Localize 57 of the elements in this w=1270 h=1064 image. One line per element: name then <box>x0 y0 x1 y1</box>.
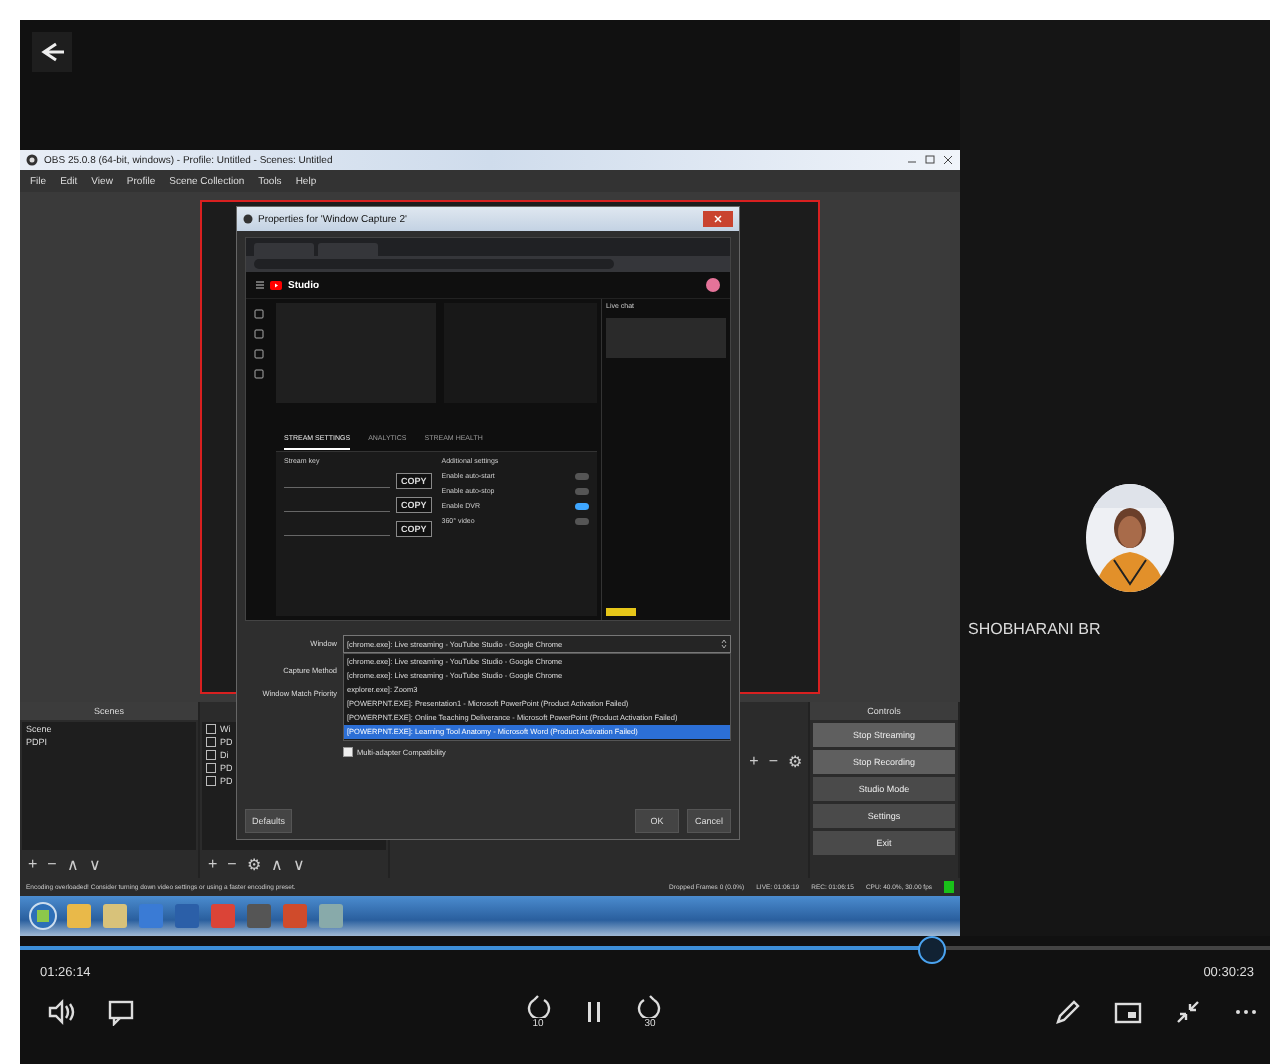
close-button[interactable] <box>703 211 733 227</box>
mini-player-icon <box>1114 999 1142 1025</box>
toggle-switch[interactable] <box>575 473 589 480</box>
visibility-checkbox[interactable] <box>206 737 216 747</box>
status-indicator <box>944 881 954 893</box>
collapse-button[interactable] <box>1174 998 1202 1026</box>
chat-chip <box>606 608 636 616</box>
visibility-checkbox[interactable] <box>206 750 216 760</box>
toolbar-button[interactable]: ⚙ <box>246 855 261 875</box>
toggle-switch[interactable] <box>575 488 589 495</box>
toolbar-button[interactable]: ∨ <box>292 855 305 875</box>
more-icon <box>1234 1006 1258 1018</box>
skip-forward-icon <box>636 994 664 1018</box>
chat-message <box>606 318 726 358</box>
checkbox[interactable] <box>343 747 353 757</box>
taskbar-app-icon[interactable] <box>64 901 94 931</box>
pause-icon <box>584 1000 604 1024</box>
visibility-checkbox[interactable] <box>206 776 216 786</box>
toolbar-button[interactable]: ∧ <box>270 855 283 875</box>
play-logo-icon <box>270 280 282 290</box>
toolbar-button[interactable]: − <box>227 856 237 874</box>
edit-button[interactable] <box>1054 998 1082 1026</box>
edit-icon <box>1054 998 1082 1026</box>
toggle-switch[interactable] <box>575 503 589 510</box>
toolbar-button[interactable]: ∨ <box>88 855 101 875</box>
toolbar-button[interactable]: − <box>47 856 57 874</box>
app-logo-icon <box>26 154 38 166</box>
toolbar-button[interactable]: + <box>749 753 759 771</box>
visibility-checkbox[interactable] <box>206 763 216 773</box>
volume-button[interactable] <box>48 998 76 1026</box>
close-icon <box>713 214 723 224</box>
skip-back-icon <box>524 994 552 1018</box>
taskbar-app-icon[interactable] <box>100 901 130 931</box>
toolbar-button[interactable]: − <box>768 753 778 771</box>
start-orb-icon[interactable] <box>28 901 58 931</box>
toolbar-button[interactable]: ⚙ <box>788 752 802 772</box>
taskbar-app-icon[interactable] <box>316 901 346 931</box>
mini-player-button[interactable] <box>1114 999 1142 1025</box>
participant-name: SHOBHARANI BR <box>968 620 1103 638</box>
visibility-checkbox[interactable] <box>206 724 216 734</box>
captions-button[interactable] <box>108 998 134 1026</box>
pause-button[interactable] <box>584 1000 604 1024</box>
captions-icon <box>108 998 134 1026</box>
toolbar-button[interactable]: + <box>28 856 38 874</box>
app-logo-icon <box>243 214 253 224</box>
toggle-switch[interactable] <box>575 518 589 525</box>
back-button[interactable] <box>32 32 72 72</box>
toolbar-button[interactable]: ∧ <box>66 855 79 875</box>
back-arrow-icon <box>38 40 66 64</box>
taskbar-app-icon[interactable] <box>244 901 274 931</box>
volume-icon <box>48 998 76 1026</box>
account-avatar[interactable] <box>706 278 720 292</box>
seek-bar[interactable] <box>20 936 1270 960</box>
toolbar-button[interactable]: + <box>208 856 218 874</box>
more-button[interactable] <box>1234 1006 1258 1018</box>
collapse-icon <box>1174 998 1202 1026</box>
seek-thumb[interactable] <box>918 936 947 964</box>
